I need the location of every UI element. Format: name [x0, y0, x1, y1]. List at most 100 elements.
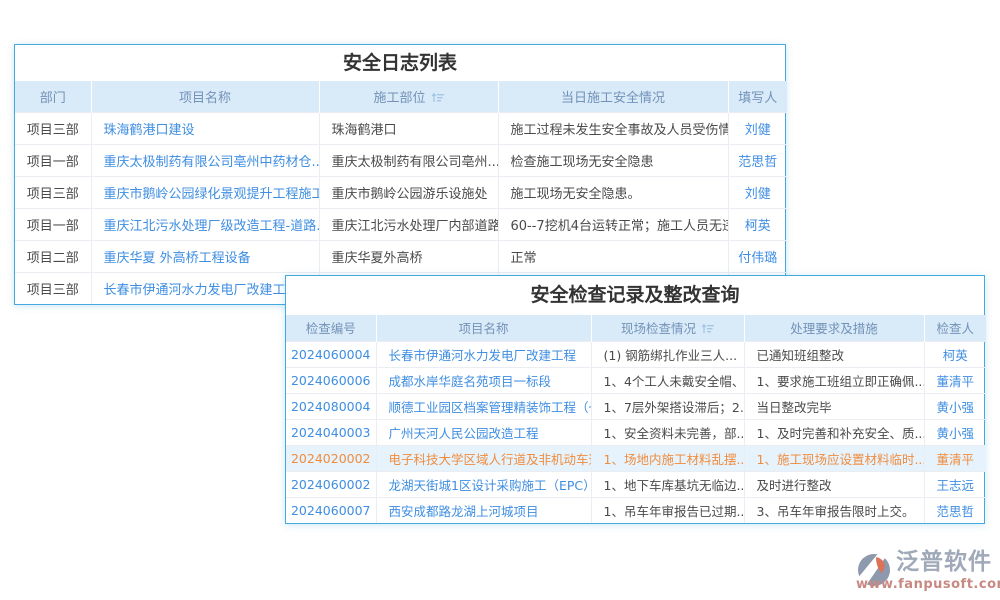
cell-inspector[interactable]: 董清平 [924, 445, 986, 471]
safety-inspection-table: 检查编号 项目名称 现场检查情况 处理要求及措施 检查人 2024060004长春市伊通河… [286, 315, 986, 523]
sort-icon[interactable] [701, 323, 714, 334]
cell-department: 项目一部 [15, 208, 91, 240]
column-header-label: 检查编号 [306, 321, 356, 336]
cell-number[interactable]: 2024020002 [286, 445, 376, 471]
cell-measures: 1、施工现场应设置材料临时... [744, 445, 924, 471]
cell-inspector[interactable]: 柯英 [924, 341, 986, 367]
cell-number[interactable]: 2024040003 [286, 419, 376, 445]
cell-writer[interactable]: 付伟璐 [728, 240, 787, 272]
table-row[interactable]: 项目一部重庆太极制药有限公司亳州中药材仓...重庆太极制药有限公司亳州...检查… [15, 144, 787, 176]
cell-situation: (1) 钢筋绑扎作业三人... [591, 341, 744, 367]
cell-measures: 及时进行整改 [744, 471, 924, 497]
cell-inspector[interactable]: 黄小强 [924, 419, 986, 445]
table-row[interactable]: 项目二部重庆华夏 外高桥工程设备重庆华夏外高桥正常付伟璐 [15, 240, 787, 272]
cell-measures: 1、要求施工班组立即正确佩... [744, 367, 924, 393]
column-header-label: 部门 [40, 91, 66, 106]
cell-project[interactable]: 成都水岸华庭名苑项目一标段 [376, 367, 591, 393]
cell-number[interactable]: 2024060006 [286, 367, 376, 393]
cell-number[interactable]: 2024080004 [286, 393, 376, 419]
cell-project[interactable]: 电子科技大学区域人行道及非机动车道工程 [376, 445, 591, 471]
cell-status: 施工过程未发生安全事故及人员受伤情况 [498, 112, 728, 144]
cell-number[interactable]: 2024060002 [286, 471, 376, 497]
cell-writer[interactable]: 范思哲 [728, 144, 787, 176]
table-row[interactable]: 2024080004顺德工业园区档案管理精装饰工程（一标段1、7层外架搭设滞后；… [286, 393, 986, 419]
table-row[interactable]: 2024060002龙湖天街城1区设计采购施工（EPC）总承1、地下车库基坑无临… [286, 471, 986, 497]
cell-situation: 1、吊车年审报告已过期... [591, 497, 744, 523]
cell-department: 项目二部 [15, 240, 91, 272]
cell-department: 项目三部 [15, 272, 91, 304]
cell-project[interactable]: 顺德工业园区档案管理精装饰工程（一标段 [376, 393, 591, 419]
column-header-number: 检查编号 [286, 315, 376, 341]
fanpu-logo-url: www.fanpusoft.com [856, 577, 996, 592]
column-header-status: 当日施工安全情况 [498, 81, 728, 112]
table-row[interactable]: 项目三部珠海鹤港口建设珠海鹤港口施工过程未发生安全事故及人员受伤情况刘健 [15, 112, 787, 144]
cell-situation: 1、7层外架搭设滞后；2... [591, 393, 744, 419]
cell-inspector[interactable]: 王志远 [924, 471, 986, 497]
column-header-measures: 处理要求及措施 [744, 315, 924, 341]
safety-log-title: 安全日志列表 [15, 45, 785, 81]
cell-project[interactable]: 珠海鹤港口建设 [91, 112, 319, 144]
cell-project[interactable]: 重庆华夏 外高桥工程设备 [91, 240, 319, 272]
cell-project[interactable]: 重庆太极制药有限公司亳州中药材仓... [91, 144, 319, 176]
column-header-situation[interactable]: 现场检查情况 [591, 315, 744, 341]
cell-status: 正常 [498, 240, 728, 272]
table-row[interactable]: 2024060006成都水岸华庭名苑项目一标段1、4个工人未戴安全帽、...1、… [286, 367, 986, 393]
cell-status: 检查施工现场无安全隐患 [498, 144, 728, 176]
column-header-inspector: 检查人 [924, 315, 986, 341]
cell-location: 珠海鹤港口 [319, 112, 498, 144]
cell-writer[interactable]: 刘健 [728, 176, 787, 208]
cell-inspector[interactable]: 董清平 [924, 367, 986, 393]
cell-department: 项目一部 [15, 144, 91, 176]
cell-project[interactable]: 西安成都路龙湖上河城项目 [376, 497, 591, 523]
cell-writer[interactable]: 刘健 [728, 112, 787, 144]
sort-icon[interactable] [431, 92, 444, 103]
cell-location: 重庆江北污水处理厂内部道路 [319, 208, 498, 240]
cell-measures: 已通知班组整改 [744, 341, 924, 367]
table-row[interactable]: 2024020002电子科技大学区域人行道及非机动车道工程1、场地内施工材料乱摆… [286, 445, 986, 471]
fanpu-logo-name: 泛普软件 [896, 548, 996, 576]
cell-status: 60--7挖机4台运转正常；施工人员无违... [498, 208, 728, 240]
cell-project[interactable]: 长春市伊通河水力发电厂改建工程 [376, 341, 591, 367]
table-row[interactable]: 2024060004长春市伊通河水力发电厂改建工程(1) 钢筋绑扎作业三人...… [286, 341, 986, 367]
safety-log-table: 部门项目名称施工部位当日施工安全情况填写人项目三部珠海鹤港口建设珠海鹤港口施工过… [15, 81, 787, 304]
cell-measures: 1、及时完善和补充安全、质... [744, 419, 924, 445]
table-row[interactable]: 2024040003广州天河人民公园改造工程1、安全资料未完善，部...1、及时… [286, 419, 986, 445]
cell-inspector[interactable]: 黄小强 [924, 393, 986, 419]
cell-department: 项目三部 [15, 112, 91, 144]
cell-situation: 1、安全资料未完善，部... [591, 419, 744, 445]
cell-project[interactable]: 重庆江北污水处理厂级改造工程-道路... [91, 208, 319, 240]
cell-location: 重庆太极制药有限公司亳州... [319, 144, 498, 176]
column-header-location[interactable]: 施工部位 [319, 81, 498, 112]
cell-project[interactable]: 广州天河人民公园改造工程 [376, 419, 591, 445]
column-header-label: 当日施工安全情况 [561, 91, 665, 106]
cell-inspector[interactable]: 范思哲 [924, 497, 986, 523]
table-row[interactable]: 2024060007西安成都路龙湖上河城项目1、吊车年审报告已过期...3、吊车… [286, 497, 986, 523]
cell-measures: 3、吊车年审报告限时上交。 [744, 497, 924, 523]
cell-situation: 1、场地内施工材料乱摆... [591, 445, 744, 471]
cell-project[interactable]: 龙湖天街城1区设计采购施工（EPC）总承 [376, 471, 591, 497]
table-row[interactable]: 项目一部重庆江北污水处理厂级改造工程-道路...重庆江北污水处理厂内部道路60-… [15, 208, 787, 240]
cell-status: 施工现场无安全隐患。 [498, 176, 728, 208]
column-header-label: 处理要求及措施 [790, 321, 878, 336]
safety-inspection-panel: 安全检查记录及整改查询 检查编号 项目名称 现场检查情况 处理要求及措施 检查人 2024… [285, 275, 985, 524]
cell-location: 重庆市鹅岭公园游乐设施处 [319, 176, 498, 208]
column-header-label: 项目名称 [458, 321, 508, 336]
column-header-project: 项目名称 [376, 315, 591, 341]
column-header-label: 检查人 [936, 321, 974, 336]
cell-project[interactable]: 重庆市鹅岭公园绿化景观提升工程施工 [91, 176, 319, 208]
column-header-label: 现场检查情况 [621, 321, 696, 336]
column-header-project: 项目名称 [91, 81, 319, 112]
cell-situation: 1、4个工人未戴安全帽、... [591, 367, 744, 393]
cell-situation: 1、地下车库基坑无临边... [591, 471, 744, 497]
table-row[interactable]: 项目三部重庆市鹅岭公园绿化景观提升工程施工重庆市鹅岭公园游乐设施处施工现场无安全… [15, 176, 787, 208]
safety-log-panel: 安全日志列表 部门项目名称施工部位当日施工安全情况填写人项目三部珠海鹤港口建设珠… [14, 44, 786, 305]
fanpu-logo: 泛普软件 www.fanpusoft.com [856, 548, 996, 594]
cell-location: 重庆华夏外高桥 [319, 240, 498, 272]
column-header-label: 填写人 [738, 91, 777, 106]
cell-number[interactable]: 2024060004 [286, 341, 376, 367]
cell-number[interactable]: 2024060007 [286, 497, 376, 523]
column-header-label: 施工部位 [373, 91, 425, 106]
safety-inspection-title: 安全检查记录及整改查询 [286, 276, 984, 315]
cell-writer[interactable]: 柯英 [728, 208, 787, 240]
column-header-department: 部门 [15, 81, 91, 112]
